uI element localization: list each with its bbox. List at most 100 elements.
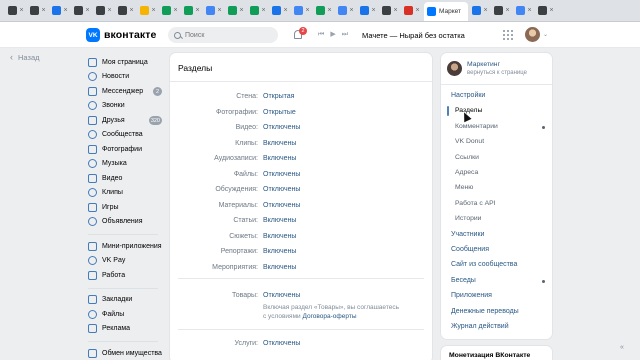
- browser-tab[interactable]: ×: [336, 3, 356, 19]
- setting-value-dropdown[interactable]: Включены: [263, 217, 296, 224]
- setting-value-dropdown[interactable]: Отключены: [263, 202, 300, 209]
- notifications-button[interactable]: 2: [292, 27, 307, 42]
- collapse-icon[interactable]: «: [620, 344, 624, 351]
- sidebar-item[interactable]: Фотографии: [88, 142, 166, 157]
- sidebar-item[interactable]: Работа: [88, 268, 166, 283]
- browser-tab[interactable]: ×: [226, 3, 246, 19]
- sidebar-item[interactable]: Клипы: [88, 186, 166, 201]
- sidebar-item[interactable]: Реклама: [88, 322, 166, 337]
- menu-item[interactable]: Беседы: [441, 274, 552, 288]
- tab-close-icon[interactable]: ×: [151, 7, 155, 14]
- browser-tab[interactable]: ×: [50, 3, 70, 19]
- browser-tab[interactable]: ×: [358, 3, 378, 19]
- tab-close-icon[interactable]: ×: [261, 7, 265, 14]
- tab-close-icon[interactable]: ×: [349, 7, 353, 14]
- browser-tab[interactable]: ×: [292, 3, 312, 19]
- menu-item[interactable]: Разделы: [441, 104, 552, 118]
- chevron-down-icon[interactable]: ⌄: [543, 31, 548, 38]
- browser-tab[interactable]: ×: [248, 3, 268, 19]
- menu-item[interactable]: Адреса: [441, 166, 552, 180]
- sidebar-item[interactable]: Моя страница: [88, 55, 166, 70]
- browser-tab[interactable]: ×: [116, 3, 136, 19]
- tab-close-icon[interactable]: ×: [173, 7, 177, 14]
- tab-close-icon[interactable]: ×: [195, 7, 199, 14]
- browser-tab[interactable]: ×: [160, 3, 180, 19]
- search-box[interactable]: [168, 27, 278, 43]
- setting-value-dropdown[interactable]: Открытые: [263, 109, 296, 116]
- menu-item[interactable]: Ссылки: [441, 151, 552, 165]
- sidebar-item[interactable]: Сообщества: [88, 128, 166, 143]
- menu-item[interactable]: Настройки: [441, 89, 552, 103]
- browser-tab[interactable]: ×: [94, 3, 114, 19]
- community-header[interactable]: Маркетинг вернуться к странице: [447, 61, 527, 77]
- setting-value-dropdown[interactable]: Отключены: [263, 171, 300, 178]
- setting-value-dropdown[interactable]: Включены: [263, 264, 296, 271]
- tab-close-icon[interactable]: ×: [19, 7, 23, 14]
- tab-close-icon[interactable]: ×: [41, 7, 45, 14]
- menu-item[interactable]: Денежные переводы: [441, 305, 552, 319]
- menu-item[interactable]: Работа с API: [441, 197, 552, 211]
- browser-tab[interactable]: ×: [270, 3, 290, 19]
- tab-close-icon[interactable]: ×: [415, 7, 419, 14]
- setting-value-dropdown[interactable]: Отключены: [263, 124, 300, 131]
- browser-tab[interactable]: ×: [492, 3, 512, 19]
- now-playing-title[interactable]: Мачете — Нырай без остатка: [362, 31, 465, 40]
- menu-item[interactable]: Приложения: [441, 289, 552, 303]
- sidebar-item[interactable]: Видео: [88, 171, 166, 186]
- setting-value-dropdown[interactable]: Отключены: [263, 292, 300, 299]
- browser-tab[interactable]: ×: [536, 3, 556, 19]
- sidebar-item[interactable]: Файлы: [88, 307, 166, 322]
- browser-tab[interactable]: ×: [514, 3, 534, 19]
- tab-close-icon[interactable]: ×: [505, 7, 509, 14]
- tab-close-icon[interactable]: ×: [239, 7, 243, 14]
- browser-tab[interactable]: ×: [28, 3, 48, 19]
- tab-close-icon[interactable]: ×: [129, 7, 133, 14]
- setting-value-dropdown[interactable]: Включены: [263, 155, 296, 162]
- menu-item[interactable]: Меню: [441, 181, 552, 195]
- sidebar-item[interactable]: Новости: [88, 70, 166, 85]
- tab-close-icon[interactable]: ×: [85, 7, 89, 14]
- browser-tab[interactable]: ×: [380, 3, 400, 19]
- vk-logo[interactable]: VK вконтакте: [86, 28, 156, 42]
- menu-item[interactable]: VK Donut: [441, 135, 552, 149]
- user-avatar[interactable]: [525, 27, 540, 42]
- browser-tab[interactable]: ×: [470, 3, 490, 19]
- setting-value-dropdown[interactable]: Открытая: [263, 93, 294, 100]
- setting-value-dropdown[interactable]: Отключены: [263, 340, 300, 347]
- setting-value-dropdown[interactable]: Включены: [263, 140, 296, 147]
- sidebar-item[interactable]: Друзья 320: [88, 113, 166, 128]
- menu-item[interactable]: Сайт из сообщества: [441, 258, 552, 272]
- menu-item[interactable]: Участники: [441, 228, 552, 242]
- next-track-icon[interactable]: ⏭: [342, 30, 348, 40]
- browser-tab[interactable]: ×: [314, 3, 334, 19]
- play-icon[interactable]: ▶: [330, 30, 335, 40]
- sidebar-item[interactable]: Мини-приложения: [88, 239, 166, 254]
- setting-value-dropdown[interactable]: Отключены: [263, 186, 300, 193]
- browser-tab[interactable]: ×: [204, 3, 224, 19]
- browser-tab-active[interactable]: Маркет: [424, 1, 468, 21]
- services-grid-icon[interactable]: [503, 30, 513, 40]
- browser-tab[interactable]: ×: [402, 3, 422, 19]
- browser-tab[interactable]: ×: [138, 3, 158, 19]
- tab-close-icon[interactable]: ×: [527, 7, 531, 14]
- setting-value-dropdown[interactable]: Включены: [263, 248, 296, 255]
- tab-close-icon[interactable]: ×: [549, 7, 553, 14]
- tab-close-icon[interactable]: ×: [327, 7, 331, 14]
- tab-close-icon[interactable]: ×: [393, 7, 397, 14]
- menu-item[interactable]: Истории: [441, 212, 552, 226]
- tab-close-icon[interactable]: ×: [371, 7, 375, 14]
- browser-tab[interactable]: ×: [6, 3, 26, 19]
- setting-value-dropdown[interactable]: Включены: [263, 233, 296, 240]
- search-input[interactable]: [185, 31, 275, 39]
- sidebar-item[interactable]: Объявления: [88, 215, 166, 230]
- sidebar-item[interactable]: Закладки: [88, 293, 166, 308]
- browser-tab[interactable]: ×: [182, 3, 202, 19]
- tab-close-icon[interactable]: ×: [483, 7, 487, 14]
- browser-tab[interactable]: ×: [72, 3, 92, 19]
- sidebar-item[interactable]: VK Pay: [88, 254, 166, 269]
- menu-item[interactable]: Сообщения: [441, 243, 552, 257]
- menu-item[interactable]: Журнал действий: [441, 320, 552, 334]
- tab-close-icon[interactable]: ×: [305, 7, 309, 14]
- offer-agreement-link[interactable]: Договора-оферты: [302, 313, 356, 320]
- tab-close-icon[interactable]: ×: [217, 7, 221, 14]
